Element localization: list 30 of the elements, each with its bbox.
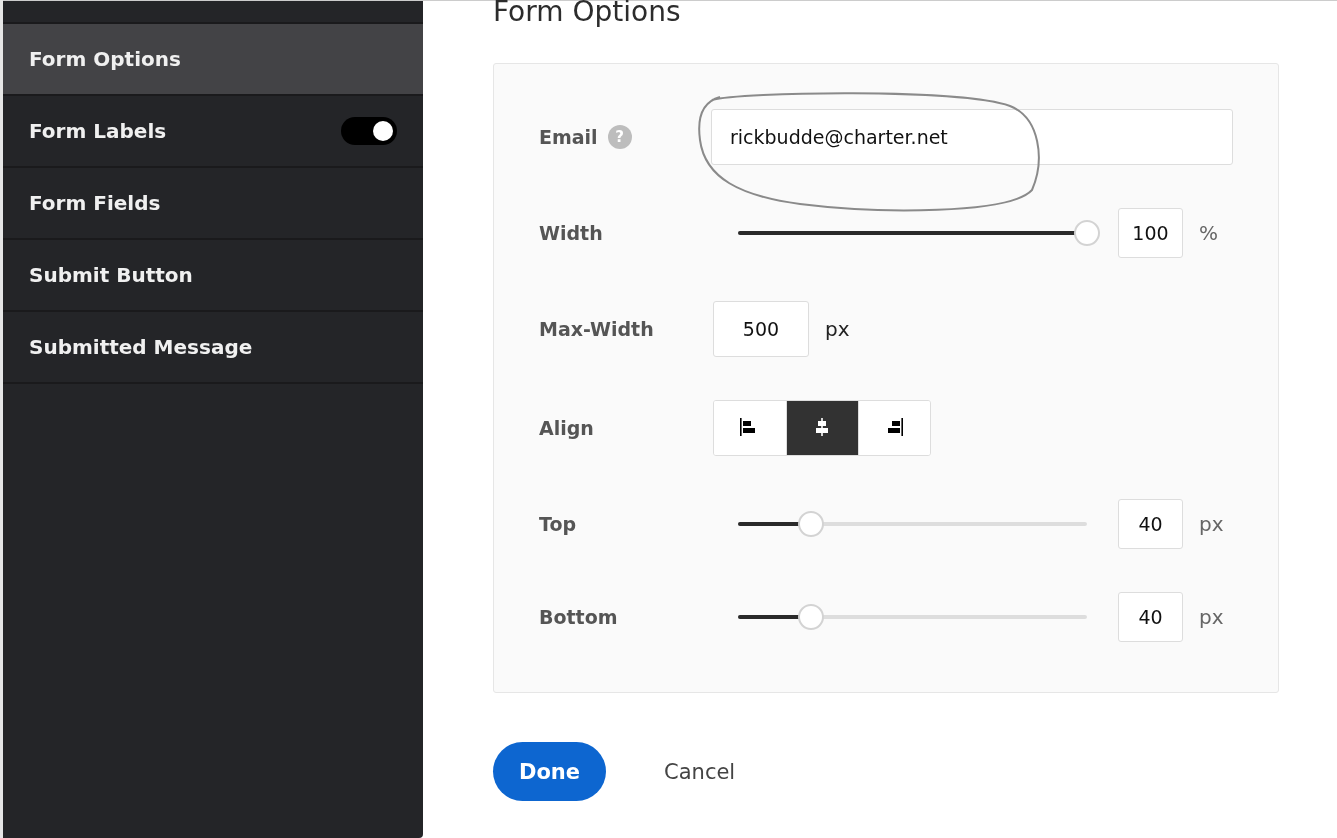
number-field[interactable]: 100	[1118, 208, 1183, 258]
unit-label: px	[1199, 605, 1224, 629]
field-label: Bottom	[539, 606, 618, 628]
cancel-button[interactable]: Cancel	[658, 758, 742, 785]
sidebar-item[interactable]: Submitted Message	[3, 312, 423, 384]
sidebar-item[interactable]: Form Fields	[3, 168, 423, 240]
field-label: Width	[539, 222, 603, 244]
field-label: Align	[539, 417, 594, 439]
toggle-switch[interactable]	[341, 117, 397, 145]
sidebar-item[interactable]: Form Options	[3, 24, 423, 96]
email-field[interactable]: rickbudde@charter.net	[711, 109, 1233, 165]
unit-label: px	[825, 317, 850, 341]
done-button[interactable]: Done	[493, 742, 607, 801]
field-label: Max-Width	[539, 318, 654, 340]
align-right-button[interactable]	[858, 401, 930, 455]
slider-thumb[interactable]	[1074, 220, 1100, 246]
slider[interactable]	[738, 220, 1100, 246]
slider-thumb[interactable]	[798, 604, 825, 630]
number-field[interactable]: 40	[1118, 499, 1183, 549]
number-field[interactable]: 500	[713, 301, 809, 357]
page-title: Form Options	[493, 0, 682, 30]
field-label: Top	[539, 513, 577, 535]
field-label: Email	[539, 126, 598, 148]
number-field[interactable]: 40	[1118, 592, 1183, 642]
slider-thumb[interactable]	[798, 511, 825, 537]
sidebar-item[interactable]: Submit Button	[3, 240, 423, 312]
align-center-button[interactable]	[786, 401, 858, 455]
unit-label: %	[1199, 221, 1218, 245]
unit-label: px	[1199, 512, 1224, 536]
sidebar-item[interactable]: Form Labels	[3, 96, 423, 168]
